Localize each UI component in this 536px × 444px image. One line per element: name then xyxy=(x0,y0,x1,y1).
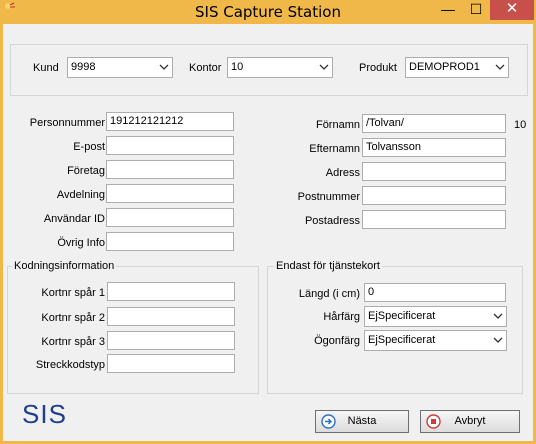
avbryt-label: Avbryt xyxy=(454,415,486,427)
adress-label: Adress xyxy=(325,167,360,179)
harfarg-label: Hårfärg xyxy=(323,311,360,323)
efternamn-label: Efternamn xyxy=(309,143,360,155)
close-button[interactable]: ✕ xyxy=(490,0,534,20)
fornamn-input[interactable]: /Tolvan/ xyxy=(362,114,506,133)
epost-input[interactable] xyxy=(106,136,234,155)
chevron-down-icon xyxy=(495,64,505,70)
kund-value: 9998 xyxy=(71,61,96,73)
kontor-value: 10 xyxy=(231,61,244,73)
streckkod-input[interactable] xyxy=(107,354,235,373)
spar2-label: Kortnr spår 2 xyxy=(41,312,105,324)
adress-input[interactable] xyxy=(362,162,506,181)
title-bar[interactable]: SIS Capture Station — ☐ ✕ xyxy=(0,0,536,23)
harfarg-value: EjSpecificerat xyxy=(368,310,436,322)
kund-label: Kund xyxy=(33,62,59,74)
sis-logo: SIS xyxy=(22,399,67,429)
kund-select[interactable]: 9998 xyxy=(67,57,173,78)
produkt-label: Produkt xyxy=(359,62,397,74)
postnummer-input[interactable] xyxy=(362,186,506,205)
anvandarid-label: Användar ID xyxy=(43,213,105,225)
spar1-input[interactable] xyxy=(107,282,235,301)
nasta-label: Nästa xyxy=(347,415,377,427)
avdelning-label: Avdelning xyxy=(56,189,105,201)
chevron-down-icon xyxy=(319,64,329,70)
nasta-button[interactable]: Nästa xyxy=(315,410,409,433)
client-area: Kund 9998 Kontor 10 Produkt DEMOPROD1 Pe… xyxy=(3,24,533,441)
langd-label: Längd (i cm) xyxy=(298,288,360,300)
ovriginfo-label: Övrig Info xyxy=(57,237,105,249)
postadress-label: Postadress xyxy=(304,215,360,227)
foretag-label: Företag xyxy=(67,165,105,177)
anvandarid-input[interactable] xyxy=(106,208,234,227)
produkt-select[interactable]: DEMOPROD1 xyxy=(405,57,509,78)
spar2-input[interactable] xyxy=(107,307,235,326)
personnummer-label: Personnummer xyxy=(29,117,105,129)
ogonfarg-label: Ögonfärg xyxy=(314,335,360,347)
fornamn-count: 10 xyxy=(514,119,527,131)
kodning-title: Kodningsinformation xyxy=(12,260,117,272)
chevron-down-icon xyxy=(159,64,169,70)
epost-label: E-post xyxy=(73,141,105,153)
avbryt-button[interactable]: Avbryt xyxy=(420,410,520,433)
harfarg-select[interactable]: EjSpecificerat xyxy=(364,306,507,327)
kontor-select[interactable]: 10 xyxy=(227,57,333,78)
ogonfarg-value: EjSpecificerat xyxy=(368,334,436,346)
spar3-input[interactable] xyxy=(107,331,235,350)
ogonfarg-select[interactable]: EjSpecificerat xyxy=(364,330,507,351)
langd-input[interactable]: 0 xyxy=(364,283,506,302)
streckkod-label: Streckkodstyp xyxy=(35,359,105,371)
personnummer-input[interactable]: 191212121212 xyxy=(106,112,234,131)
minimize-button[interactable]: — xyxy=(434,0,462,20)
tjanstekort-title: Endast för tjänstekort xyxy=(274,260,382,272)
ovriginfo-input[interactable] xyxy=(106,232,234,251)
app-window: SIS Capture Station — ☐ ✕ Kund 9998 Kont… xyxy=(0,0,536,444)
kontor-label: Kontor xyxy=(189,62,222,74)
maximize-button[interactable]: ☐ xyxy=(462,0,490,20)
produkt-value: DEMOPROD1 xyxy=(409,61,480,73)
foretag-input[interactable] xyxy=(106,160,234,179)
fornamn-label: Förnamn xyxy=(315,119,360,131)
postadress-input[interactable] xyxy=(362,210,506,229)
efternamn-input[interactable]: Tolvansson xyxy=(362,138,506,157)
chevron-down-icon xyxy=(493,313,503,319)
avdelning-input[interactable] xyxy=(106,184,234,203)
chevron-down-icon xyxy=(493,337,503,343)
spar3-label: Kortnr spår 3 xyxy=(41,336,105,348)
postnummer-label: Postnummer xyxy=(297,191,360,203)
spar1-label: Kortnr spår 1 xyxy=(41,287,105,299)
